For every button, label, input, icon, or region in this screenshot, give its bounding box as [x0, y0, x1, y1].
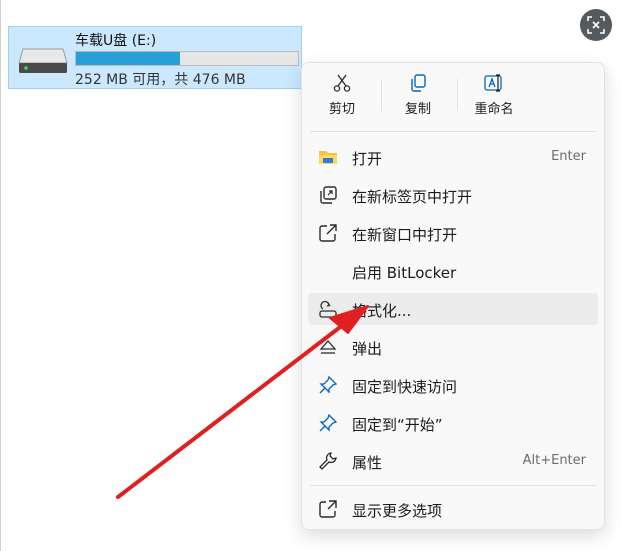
menu-separator: [310, 131, 596, 132]
menu-item-pin-start[interactable]: 固定到“开始”: [308, 407, 598, 439]
menu-item-shortcut: Enter: [551, 149, 586, 164]
quick-separator: [381, 79, 382, 111]
new-window-icon: [319, 224, 337, 242]
drive-usage-fill: [76, 52, 181, 65]
menu-item-label: 弹出: [352, 340, 383, 358]
cut-label: 剪切: [328, 102, 355, 117]
rename-label: 重命名: [474, 102, 514, 117]
drive-usage-bar: [75, 51, 299, 66]
menu-item-label: 属性: [352, 454, 383, 472]
quick-actions-row: 剪切 复制 重命名: [302, 63, 606, 127]
menu-item-label: 格式化...: [352, 302, 412, 320]
eject-icon: [319, 340, 337, 354]
new-tab-icon: [320, 186, 337, 204]
menu-item-open[interactable]: 打开 Enter: [308, 141, 598, 173]
window-edge: [0, 0, 1, 551]
pin-icon: [319, 413, 338, 432]
menu-item-label: 打开: [352, 150, 383, 168]
menu-item-label: 在新窗口中打开: [352, 226, 458, 244]
quick-separator: [457, 79, 458, 111]
capture-icon: [587, 16, 605, 34]
copy-icon: [411, 74, 426, 92]
menu-item-eject[interactable]: 弹出: [308, 331, 598, 363]
wrench-icon: [319, 452, 337, 470]
usb-drive-icon: [18, 48, 68, 73]
scissors-icon: [333, 74, 351, 92]
menu-item-open-new-tab[interactable]: 在新标签页中打开: [308, 179, 598, 211]
menu-item-label: 固定到“开始”: [352, 416, 443, 434]
drive-space-text: 252 MB 可用，共 476 MB: [75, 72, 246, 88]
menu-item-label: 显示更多选项: [352, 502, 443, 520]
rename-button[interactable]: 重命名: [464, 73, 524, 123]
drive-tile-e[interactable]: 车载U盘 (E:) 252 MB 可用，共 476 MB: [8, 26, 302, 89]
menu-item-bitlocker[interactable]: 启用 BitLocker: [308, 255, 598, 287]
copy-label: 复制: [404, 102, 431, 117]
menu-item-properties[interactable]: 属性 Alt+Enter: [308, 445, 598, 477]
more-options-icon: [319, 500, 337, 518]
drive-name: 车载U盘 (E:): [75, 33, 157, 49]
folder-icon: [319, 151, 337, 164]
context-menu: 剪切 复制 重命名 打开 Enter 在新标签页中打开 在新窗口中打开 启用 B…: [301, 62, 605, 530]
copy-button[interactable]: 复制: [388, 73, 448, 123]
format-icon: [319, 300, 337, 318]
menu-separator: [310, 485, 596, 486]
menu-item-label: 固定到快速访问: [352, 378, 458, 396]
cut-button[interactable]: 剪切: [312, 73, 372, 123]
menu-item-format[interactable]: 格式化...: [308, 293, 598, 325]
rename-icon: [484, 74, 502, 92]
screenshot-tool-button[interactable]: [580, 9, 612, 41]
menu-item-open-new-window[interactable]: 在新窗口中打开: [308, 217, 598, 249]
menu-item-more-options[interactable]: 显示更多选项: [308, 493, 598, 525]
menu-item-label: 在新标签页中打开: [352, 188, 473, 206]
menu-item-label: 启用 BitLocker: [352, 264, 457, 282]
menu-item-shortcut: Alt+Enter: [522, 453, 586, 468]
menu-item-pin-quick-access[interactable]: 固定到快速访问: [308, 369, 598, 401]
pin-icon: [319, 375, 338, 394]
